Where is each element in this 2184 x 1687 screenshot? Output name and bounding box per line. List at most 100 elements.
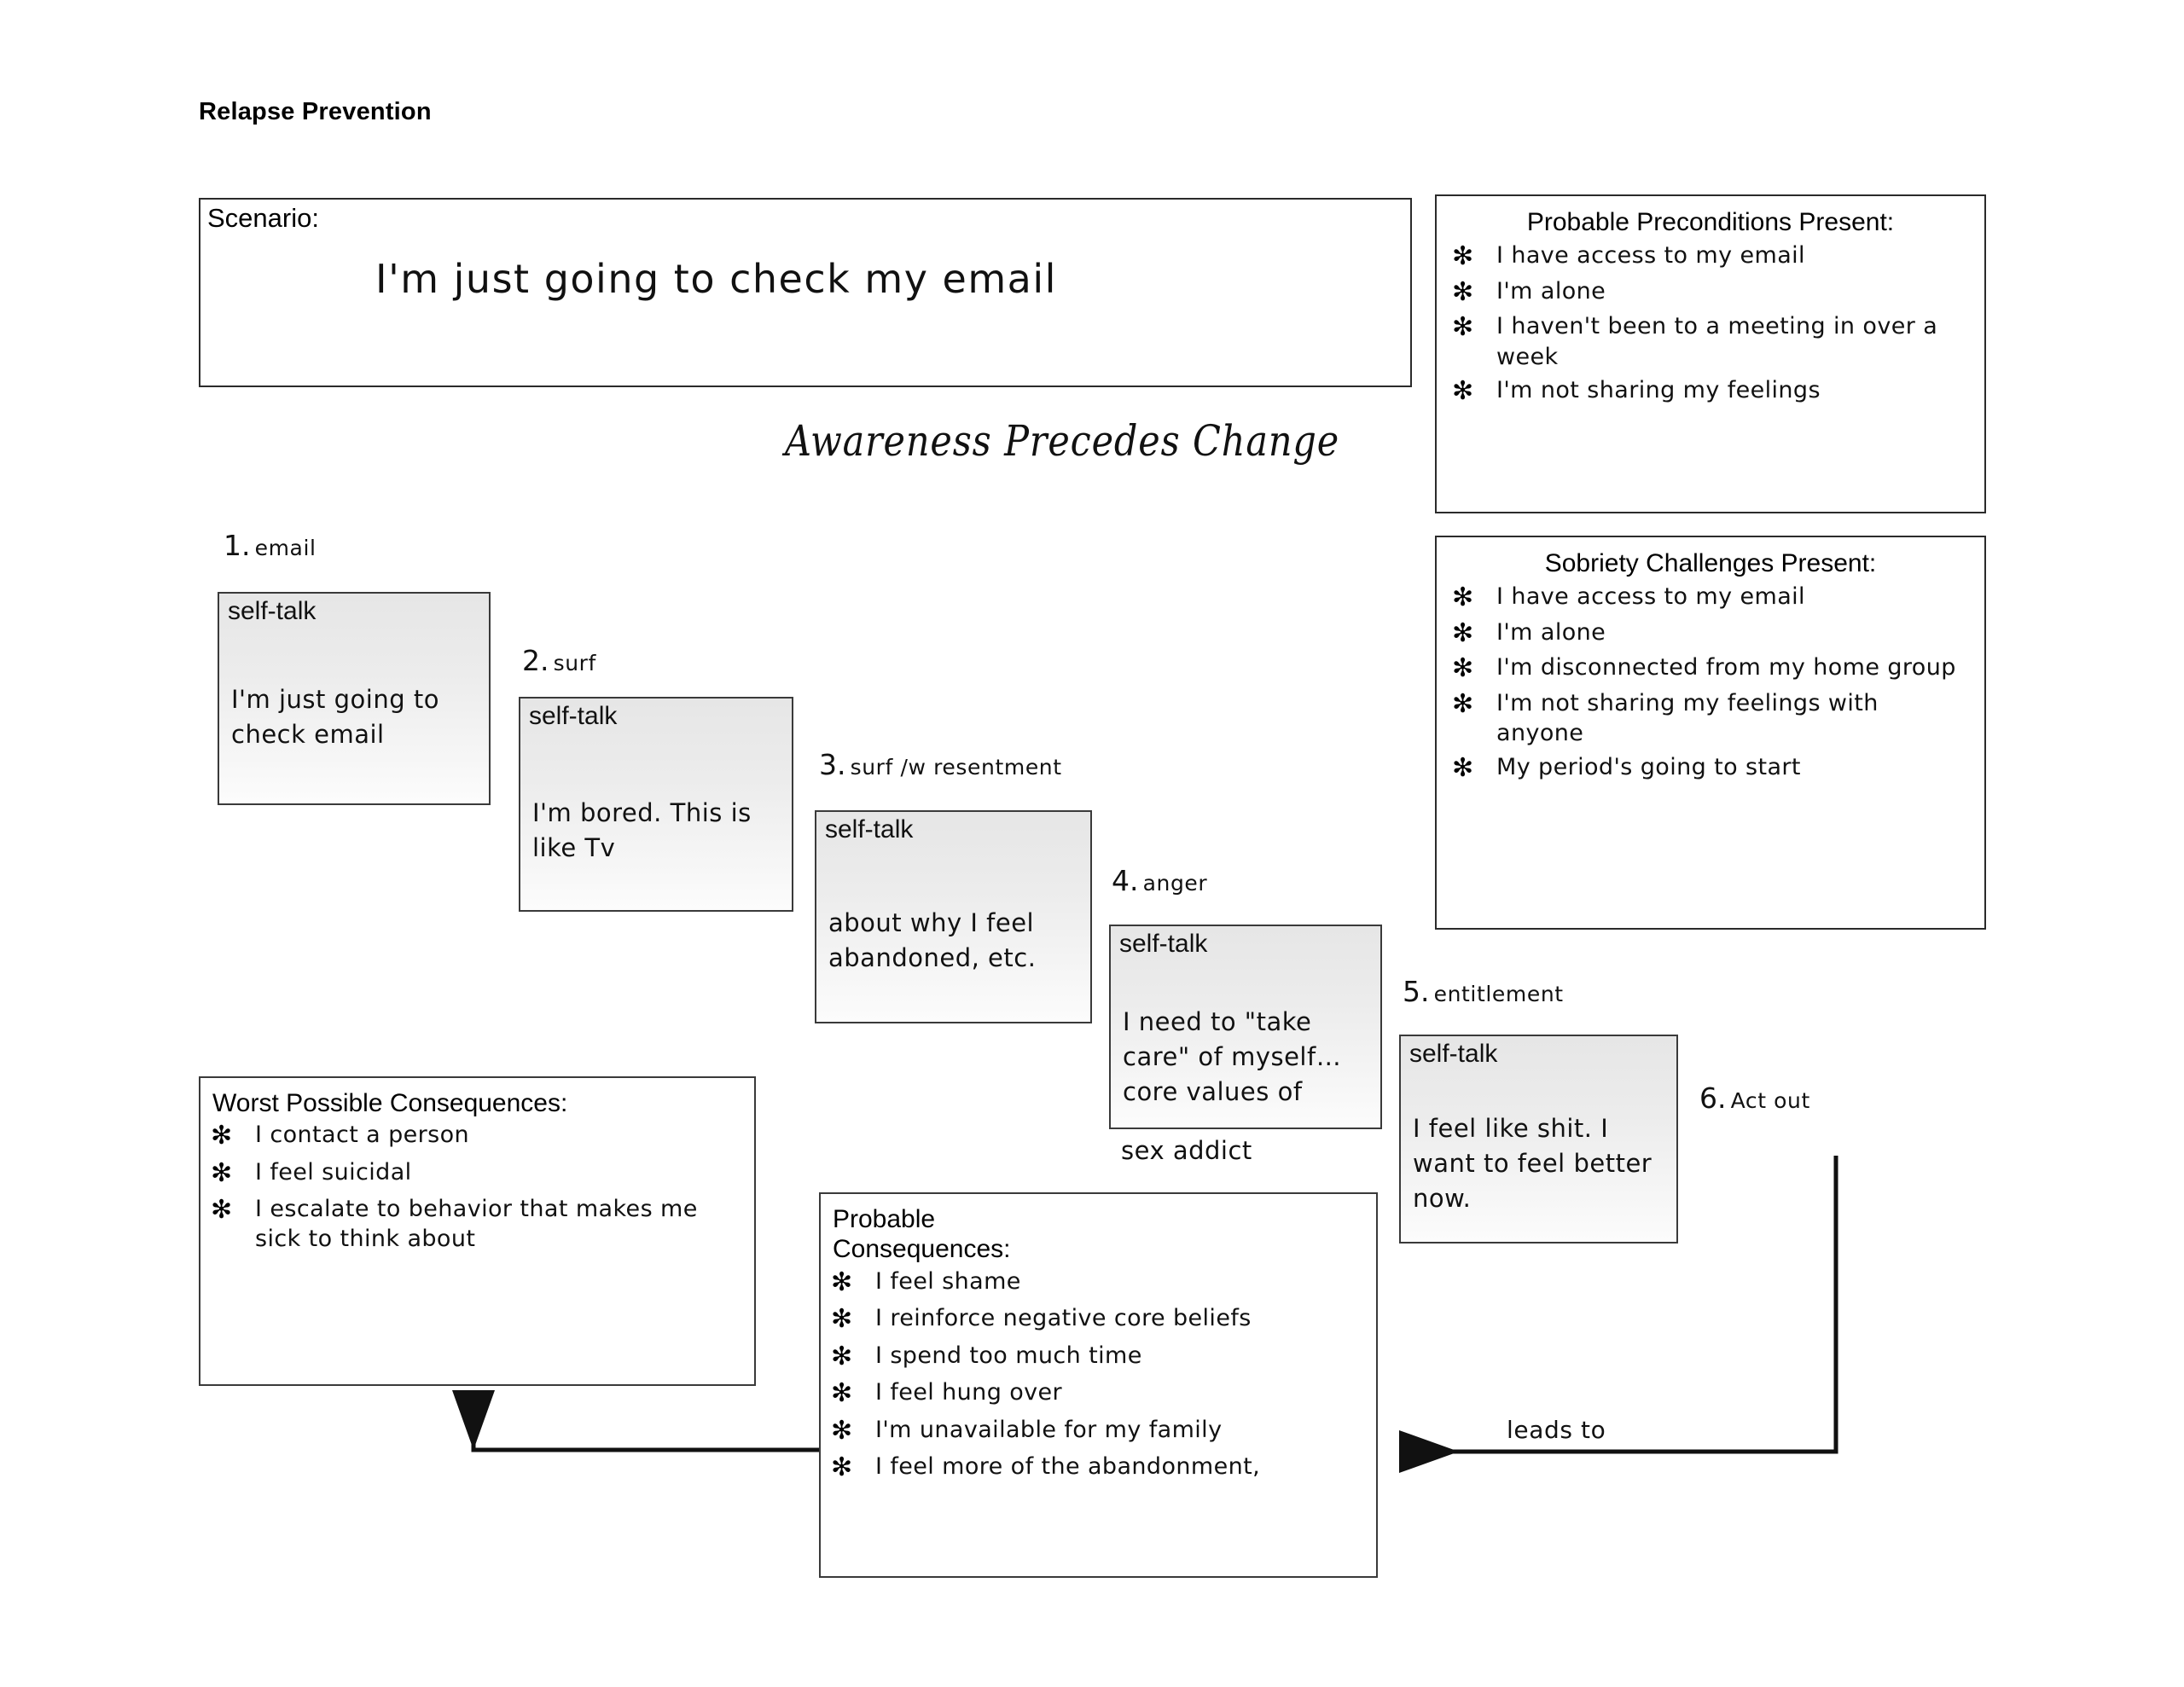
asterisk-bullet-icon: ✻ <box>211 1195 233 1226</box>
self-talk-note-text: I'm bored. This is like Tv <box>532 798 752 863</box>
asterisk-bullet-icon: ✻ <box>1452 376 1474 407</box>
list-item-label: I spend too much time <box>875 1342 1142 1369</box>
asterisk-bullet-icon: ✻ <box>1452 583 1474 612</box>
list-item-label: I reinforce negative core beliefs <box>875 1305 1252 1332</box>
step-number: 5. <box>1403 975 1430 1008</box>
list-item-label: I haven't been to a meeting in over a we… <box>1496 313 1938 370</box>
probable-consequences-box: Probable Consequences: ✻ I feel shame ✻ … <box>819 1192 1378 1578</box>
list-item-label: I feel suicidal <box>255 1158 412 1186</box>
step-number: 3. <box>819 748 846 781</box>
self-talk-note-header: self-talk <box>1409 1040 1498 1068</box>
asterisk-bullet-icon: ✻ <box>211 1157 233 1188</box>
step-number: 1. <box>224 529 251 562</box>
worst-possible-consequences-box: Worst Possible Consequences: ✻ I contact… <box>199 1076 756 1386</box>
asterisk-bullet-icon: ✻ <box>831 1452 853 1483</box>
step-name: entitlement <box>1433 982 1564 1006</box>
list-item: ✻ I'm alone <box>1452 276 1972 309</box>
leads-to-label: leads to <box>1507 1416 1606 1444</box>
step-label-5: 5. entitlement <box>1403 975 1564 1008</box>
step-label-6: 6. Act out <box>1699 1081 1810 1115</box>
asterisk-bullet-icon: ✻ <box>1452 688 1474 719</box>
list-item-label: I'm alone <box>1496 618 1606 646</box>
list-item: ✻ I'm not sharing my feelings <box>1452 375 1972 408</box>
self-talk-note-header: self-talk <box>228 597 317 625</box>
list-item-label: I feel hung over <box>875 1379 1063 1406</box>
list-item: ✻ I'm alone <box>1452 617 1972 650</box>
list-item: ✻ I have access to my email <box>1452 582 1972 614</box>
asterisk-bullet-icon: ✻ <box>831 1415 853 1446</box>
step-name: surf /w resentment <box>850 755 1062 780</box>
step-name: anger <box>1142 871 1208 896</box>
list-item-label: I have access to my email <box>1496 242 1805 269</box>
self-talk-note-3: self-talk about why I feel abandoned, et… <box>815 810 1092 1023</box>
list-item-label: I'm not sharing my feelings <box>1496 377 1821 404</box>
asterisk-bullet-icon: ✻ <box>1452 653 1474 683</box>
sobriety-challenges-title: Sobriety Challenges Present: <box>1544 549 1877 577</box>
worst-possible-consequences-list: ✻ I contact a person ✻ I feel suicidal ✻… <box>200 1120 754 1254</box>
step-name: surf <box>553 651 596 675</box>
self-talk-note-text: I need to "take care" of myself… core va… <box>1123 1007 1342 1107</box>
list-item-label: I contact a person <box>255 1122 470 1149</box>
self-talk-note-text: about why I feel abandoned, etc. <box>828 908 1037 973</box>
list-item-label: I'm disconnected from my home group <box>1496 654 1956 681</box>
step-name: email <box>254 536 317 560</box>
list-item: ✻ I feel shame <box>831 1267 1368 1299</box>
self-talk-note-4-overflow: sex addict <box>1121 1136 1252 1165</box>
list-item: ✻ I spend too much time <box>831 1341 1368 1373</box>
sobriety-challenges-box: Sobriety Challenges Present: ✻ I have ac… <box>1435 536 1986 930</box>
sobriety-challenges-list: ✻ I have access to my email ✻ I'm alone … <box>1437 582 1984 784</box>
list-item: ✻ I'm not sharing my feelings with anyon… <box>1452 688 1972 749</box>
self-talk-note-header: self-talk <box>825 815 914 844</box>
list-item-label: I feel more of the abandonment, <box>875 1453 1261 1481</box>
probable-consequences-title-line1: Probable <box>833 1205 936 1233</box>
asterisk-bullet-icon: ✻ <box>211 1121 233 1151</box>
page-title: Relapse Prevention <box>199 98 432 125</box>
step-label-1: 1. email <box>224 529 317 562</box>
list-item: ✻ I haven't been to a meeting in over a … <box>1452 311 1972 372</box>
scenario-label: Scenario: <box>207 203 319 233</box>
self-talk-note-2: self-talk I'm bored. This is like Tv <box>519 697 793 912</box>
probable-consequences-title-line2: Consequences: <box>833 1235 1011 1264</box>
probable-consequences-list: ✻ I feel shame ✻ I reinforce negative co… <box>821 1267 1376 1484</box>
list-item-label: My period's going to start <box>1496 753 1801 780</box>
list-item: ✻ My period's going to start <box>1452 752 1972 785</box>
self-talk-note-header: self-talk <box>529 702 618 730</box>
step-label-2: 2. surf <box>522 644 596 677</box>
list-item: ✻ I escalate to behavior that makes me s… <box>211 1194 746 1254</box>
scenario-text: I'm just going to check my email <box>375 256 1057 302</box>
asterisk-bullet-icon: ✻ <box>1452 276 1474 307</box>
step-name: Act out <box>1730 1088 1810 1113</box>
asterisk-bullet-icon: ✻ <box>831 1378 853 1409</box>
list-item-label: I'm alone <box>1496 277 1606 304</box>
list-item-label: I have access to my email <box>1496 583 1805 610</box>
list-item-label: I feel shame <box>875 1267 1021 1295</box>
self-talk-note-4: self-talk I need to "take care" of mysel… <box>1109 925 1382 1129</box>
step-label-3: 3. surf /w resentment <box>819 748 1062 781</box>
probable-consequences-title: Probable Consequences: <box>833 1204 1376 1265</box>
self-talk-note-text: I'm just going to check email <box>231 685 439 750</box>
asterisk-bullet-icon: ✻ <box>1452 241 1474 271</box>
probable-preconditions-title: Probable Preconditions Present: <box>1526 208 1895 236</box>
step-label-4: 4. anger <box>1112 864 1207 897</box>
step-number: 4. <box>1112 864 1139 897</box>
list-item: ✻ I'm unavailable for my family <box>831 1415 1368 1447</box>
asterisk-bullet-icon: ✻ <box>1452 617 1474 648</box>
list-item: ✻ I feel suicidal <box>211 1157 746 1190</box>
asterisk-bullet-icon: ✻ <box>1452 752 1474 783</box>
asterisk-bullet-icon: ✻ <box>831 1341 853 1371</box>
list-item: ✻ I contact a person <box>211 1120 746 1152</box>
self-talk-note-text: I feel like shit. I want to feel better … <box>1413 1114 1653 1214</box>
step-number: 2. <box>522 644 549 677</box>
asterisk-bullet-icon: ✻ <box>831 1304 853 1335</box>
asterisk-bullet-icon: ✻ <box>1452 312 1474 342</box>
asterisk-bullet-icon: ✻ <box>831 1267 853 1297</box>
self-talk-note-header: self-talk <box>1119 930 1208 958</box>
list-item: ✻ I have access to my email <box>1452 241 1972 273</box>
worst-possible-consequences-title: Worst Possible Consequences: <box>212 1089 568 1117</box>
list-item: ✻ I feel hung over <box>831 1377 1368 1410</box>
list-item: ✻ I feel more of the abandonment, <box>831 1452 1368 1484</box>
probable-preconditions-list: ✻ I have access to my email ✻ I'm alone … <box>1437 241 1984 408</box>
list-item-label: I'm not sharing my feelings with anyone <box>1496 689 1879 747</box>
list-item-label: I escalate to behavior that makes me sic… <box>255 1196 698 1253</box>
self-talk-note-5: self-talk I feel like shit. I want to fe… <box>1399 1035 1678 1244</box>
